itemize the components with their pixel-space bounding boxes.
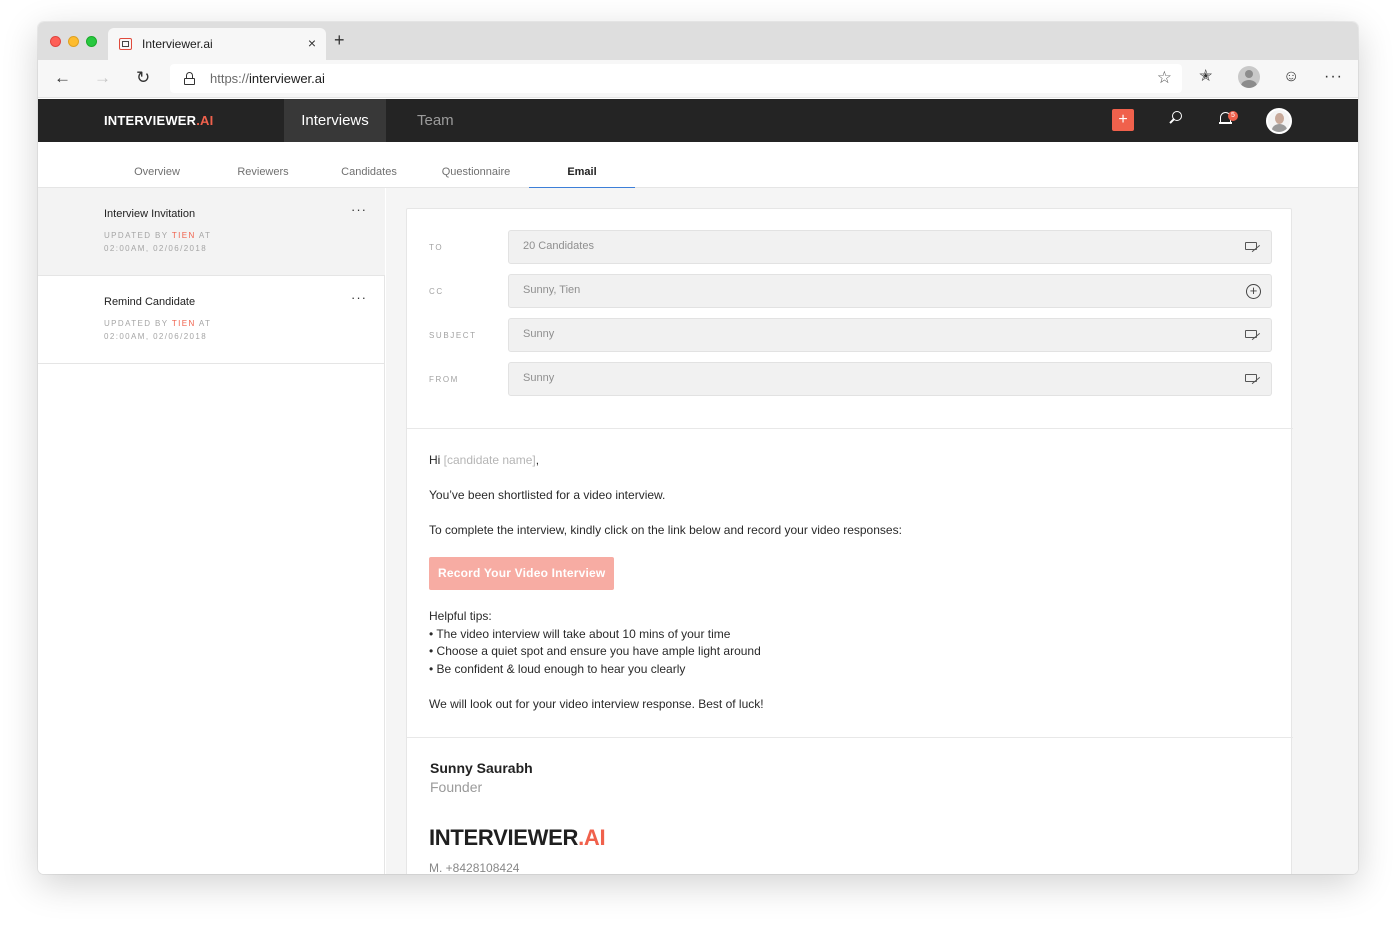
template-title: Interview Invitation	[104, 208, 196, 220]
address-bar[interactable]: https://interviewer.ai ☆	[170, 64, 1182, 93]
template-meta: UPDATED BY TIEN AT 02:00AM, 02/06/2018	[104, 319, 212, 341]
zoom-window-button[interactable]	[86, 36, 97, 47]
edit-icon[interactable]	[1245, 240, 1261, 254]
search-icon[interactable]	[1166, 109, 1186, 129]
browser-tab-title: Interviewer.ai	[142, 37, 213, 51]
to-value: 20 Candidates	[523, 240, 594, 252]
template-item-remind-candidate[interactable]: Remind Candidate UPDATED BY TIEN AT 02:0…	[38, 276, 385, 364]
template-item-interview-invitation[interactable]: Interview Invitation UPDATED BY TIEN AT …	[38, 188, 385, 276]
divider	[407, 737, 1293, 738]
candidate-name-placeholder: [candidate name]	[443, 453, 536, 467]
subject-value: Sunny	[523, 328, 555, 340]
back-arrow-icon[interactable]: ←	[54, 69, 71, 87]
edit-icon[interactable]	[1245, 372, 1261, 386]
browser-tab-strip: Interviewer.ai × +	[38, 22, 1358, 60]
signature-phone: M. +8428108424	[429, 861, 520, 874]
tab-email[interactable]: Email	[529, 142, 635, 189]
nav-interviews[interactable]: Interviews	[284, 99, 386, 142]
notification-badge: 5	[1228, 111, 1238, 121]
interview-subnav: Overview Reviewers Candidates Questionna…	[38, 142, 1358, 189]
signature-title: Founder	[430, 779, 483, 795]
close-window-button[interactable]	[50, 36, 61, 47]
cc-value: Sunny, Tien	[523, 284, 581, 296]
tab-overview[interactable]: Overview	[104, 142, 210, 188]
to-label: TO	[429, 243, 444, 252]
tab-candidates[interactable]: Candidates	[316, 142, 422, 188]
signature-logo: INTERVIEWER.AI	[429, 825, 606, 850]
browser-window: Interviewer.ai × + ← → ↻ https://intervi…	[38, 22, 1358, 874]
more-menu-icon[interactable]: ···	[1324, 68, 1343, 86]
from-value: Sunny	[523, 372, 555, 384]
email-line[interactable]: You’ve been shortlisted for a video inte…	[429, 488, 665, 502]
add-cc-icon[interactable]: +	[1246, 284, 1261, 299]
template-meta: UPDATED BY TIEN AT 02:00AM, 02/06/2018	[104, 231, 212, 253]
helpful-tips[interactable]: Helpful tips: • The video interview will…	[429, 608, 761, 678]
subject-label: SUBJECT	[429, 331, 477, 340]
close-tab-icon[interactable]: ×	[308, 35, 316, 51]
from-field[interactable]: Sunny	[508, 362, 1272, 396]
profile-avatar-icon[interactable]	[1238, 66, 1260, 88]
divider	[407, 428, 1293, 429]
to-field[interactable]: 20 Candidates	[508, 230, 1272, 264]
new-tab-button[interactable]: +	[334, 31, 345, 49]
minimize-window-button[interactable]	[68, 36, 79, 47]
email-card: TO 20 Candidates CC Sunny, Tien + SUBJEC…	[406, 208, 1293, 874]
url-text[interactable]: https://interviewer.ai	[210, 71, 325, 86]
favicon-icon	[119, 38, 132, 50]
from-label: FROM	[429, 375, 459, 384]
record-video-interview-button[interactable]: Record Your Video Interview	[429, 557, 615, 590]
signature-name: Sunny Saurabh	[430, 760, 533, 776]
subject-field[interactable]: Sunny	[508, 318, 1272, 352]
bookmark-star-icon[interactable]: ☆	[1157, 68, 1172, 88]
browser-toolbar: ← → ↻ https://interviewer.ai ☆ ✭ ☺ ···	[38, 60, 1358, 98]
feedback-smiley-icon[interactable]: ☺	[1283, 68, 1299, 86]
app-logo[interactable]: INTERVIEWER.AI	[104, 113, 213, 128]
template-more-icon[interactable]: ···	[351, 290, 367, 305]
tab-questionnaire[interactable]: Questionnaire	[423, 142, 529, 188]
app-header: INTERVIEWER.AI Interviews Team + 5	[38, 99, 1358, 142]
lock-icon	[184, 72, 195, 85]
template-title: Remind Candidate	[104, 296, 196, 308]
edit-icon[interactable]	[1245, 328, 1261, 342]
email-line[interactable]: To complete the interview, kindly click …	[429, 523, 902, 537]
favorites-icon[interactable]: ✭	[1199, 68, 1212, 86]
add-button[interactable]: +	[1112, 109, 1134, 131]
tab-reviewers[interactable]: Reviewers	[210, 142, 316, 188]
browser-tab[interactable]: Interviewer.ai ×	[108, 28, 326, 60]
nav-team[interactable]: Team	[403, 99, 468, 142]
email-editor-area: TO 20 Candidates CC Sunny, Tien + SUBJEC…	[386, 188, 1358, 874]
user-avatar[interactable]	[1266, 108, 1292, 134]
cc-field[interactable]: Sunny, Tien +	[508, 274, 1272, 308]
cc-label: CC	[429, 287, 444, 296]
email-closing[interactable]: We will look out for your video intervie…	[429, 697, 764, 711]
reload-icon[interactable]: ↻	[136, 69, 150, 87]
email-greeting[interactable]: Hi [candidate name],	[429, 453, 539, 467]
email-template-list: Interview Invitation UPDATED BY TIEN AT …	[38, 188, 385, 874]
template-more-icon[interactable]: ···	[351, 202, 367, 217]
forward-arrow-icon[interactable]: →	[94, 69, 111, 87]
